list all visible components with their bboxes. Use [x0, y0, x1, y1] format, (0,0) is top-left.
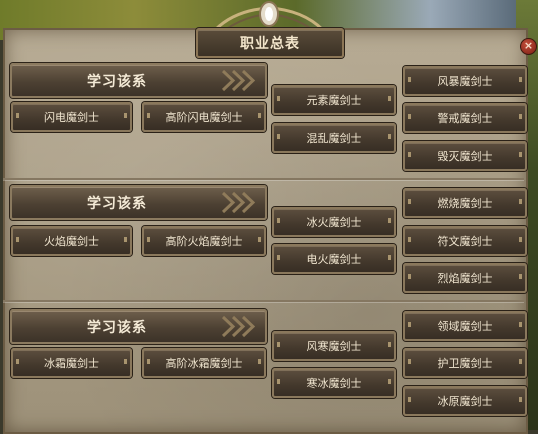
class-button-burning[interactable]: 燃烧魔剑士 [403, 188, 527, 218]
learn-lightning-line-button[interactable]: 学习该系 [10, 63, 267, 98]
learn-button-label: 学习该系 [87, 195, 147, 212]
learn-frost-line-button[interactable]: 学习该系 [10, 309, 267, 344]
chevron-right-icon [221, 315, 255, 338]
class-button-lightning[interactable]: 闪电魔剑士 [11, 102, 132, 132]
class-button-advanced-lightning[interactable]: 高阶闪电魔剑士 [142, 102, 266, 132]
class-button-electric-fire[interactable]: 电火魔剑士 [272, 244, 396, 274]
class-button-guardian[interactable]: 护卫魔剑士 [403, 348, 527, 378]
class-button-blaze[interactable]: 烈焰魔剑士 [403, 263, 527, 293]
class-button-frost[interactable]: 冰霜魔剑士 [11, 348, 132, 378]
learn-fire-line-button[interactable]: 学习该系 [10, 185, 267, 220]
learn-button-label: 学习该系 [87, 73, 147, 90]
class-button-rune[interactable]: 符文魔剑士 [403, 226, 527, 256]
class-button-ice[interactable]: 寒冰魔剑士 [272, 368, 396, 398]
class-button-wind-cold[interactable]: 风寒魔剑士 [272, 331, 396, 361]
class-button-vigilance[interactable]: 警戒魔剑士 [403, 103, 527, 133]
window-title: 职业总表 [196, 28, 344, 58]
class-button-elemental[interactable]: 元素魔剑士 [272, 85, 396, 115]
class-button-domain[interactable]: 领域魔剑士 [403, 311, 527, 341]
section-divider [3, 178, 524, 180]
class-button-flame[interactable]: 火焰魔剑士 [11, 226, 132, 256]
class-button-advanced-flame[interactable]: 高阶火焰魔剑士 [142, 226, 266, 256]
chevron-right-icon [221, 191, 255, 214]
class-button-destruction[interactable]: 毁灭魔剑士 [403, 141, 527, 171]
class-button-ice-plains[interactable]: 冰原魔剑士 [403, 386, 527, 416]
close-icon[interactable]: × [520, 38, 537, 55]
class-button-advanced-frost[interactable]: 高阶冰霜魔剑士 [142, 348, 266, 378]
class-button-storm[interactable]: 风暴魔剑士 [403, 66, 527, 96]
class-button-ice-fire[interactable]: 冰火魔剑士 [272, 207, 396, 237]
class-button-chaos[interactable]: 混乱魔剑士 [272, 123, 396, 153]
chevron-right-icon [221, 69, 255, 92]
learn-button-label: 学习该系 [87, 319, 147, 336]
section-divider [3, 300, 524, 302]
